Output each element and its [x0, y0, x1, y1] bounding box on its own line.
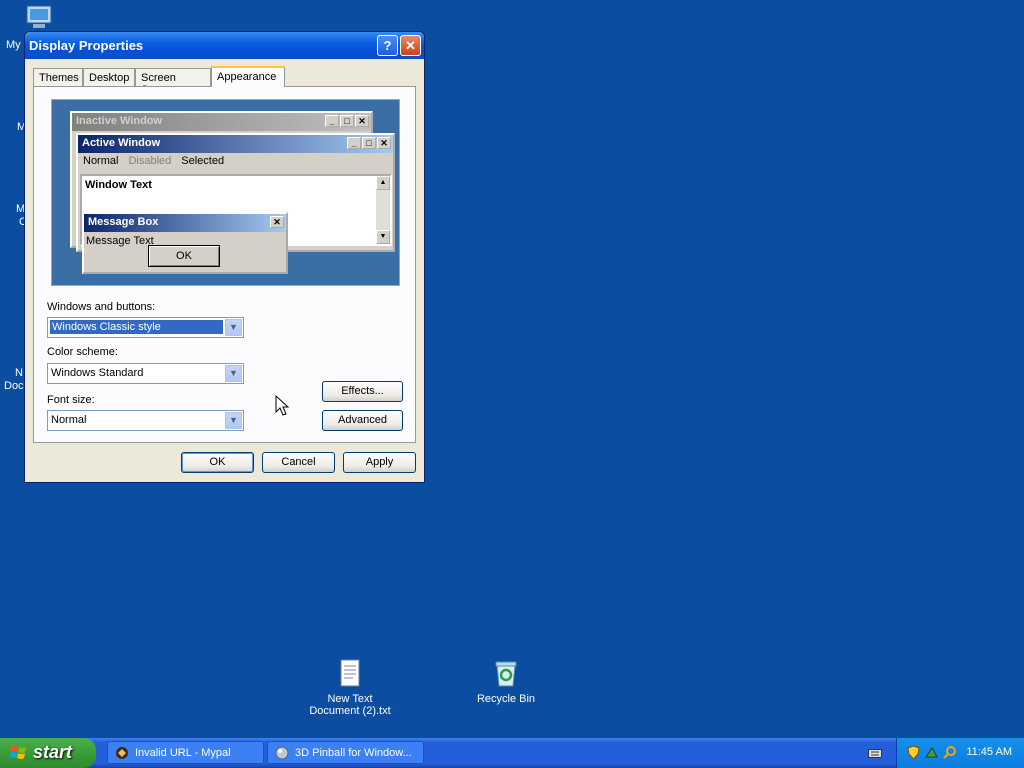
minimize-icon: _	[347, 137, 361, 149]
desktop-icon-label: Recycle Bin	[476, 693, 536, 705]
desktop-label-clipped: Doc	[4, 380, 24, 392]
font-size-dropdown[interactable]: Normal ▼	[47, 410, 244, 431]
network-icon[interactable]	[924, 745, 939, 760]
preview-menu-normal: Normal	[83, 155, 119, 167]
scroll-up-icon: ▲	[376, 176, 390, 190]
font-size-label: Font size:	[47, 394, 95, 406]
appearance-panel: Inactive Window _ □ ✕ Active Window _ □ ✕ No…	[33, 86, 416, 443]
security-shield-icon[interactable]	[906, 745, 921, 760]
cancel-button[interactable]: Cancel	[262, 452, 335, 473]
preview-window-text: Window Text	[85, 179, 152, 191]
close-icon: ✕	[270, 216, 284, 228]
preview-menu-selected: Selected	[181, 155, 225, 167]
tab-themes[interactable]: Themes	[33, 68, 83, 86]
display-properties-dialog: Display Properties ? ✕ Themes Desktop Sc…	[24, 31, 425, 483]
color-scheme-label: Color scheme:	[47, 346, 118, 358]
start-label: start	[33, 742, 73, 762]
dialog-title: Display Properties	[29, 38, 144, 53]
help-button[interactable]: ?	[377, 35, 398, 56]
chevron-down-icon[interactable]: ▼	[225, 412, 242, 429]
preview-menubar: Normal Disabled Selected	[78, 153, 393, 169]
preview-menu-disabled: Disabled	[128, 155, 172, 167]
apply-button[interactable]: Apply	[343, 452, 416, 473]
desktop-label-clipped: N	[15, 367, 23, 379]
preview-inactive-title: Inactive Window	[76, 115, 163, 127]
close-button[interactable]: ✕	[400, 35, 421, 56]
dialog-titlebar[interactable]: Display Properties ? ✕	[25, 32, 424, 59]
start-button[interactable]: start	[0, 738, 96, 768]
system-tray: 11:45 AM	[896, 738, 1024, 768]
chevron-down-icon[interactable]: ▼	[225, 365, 242, 382]
preview-ok-button: OK	[148, 245, 220, 267]
desktop-label-clipped: My	[6, 39, 21, 51]
windows-buttons-label: Windows and buttons:	[47, 301, 156, 313]
close-icon: ✕	[355, 115, 369, 127]
search-icon[interactable]	[942, 745, 957, 760]
mypal-browser-icon	[116, 747, 128, 759]
recycle-bin-icon	[490, 657, 522, 689]
font-size-value: Normal	[51, 414, 87, 426]
mouse-cursor-icon	[275, 395, 289, 416]
my-computer-icon	[23, 2, 55, 34]
maximize-icon: □	[362, 137, 376, 149]
pinball-icon	[275, 746, 289, 760]
tab-appearance[interactable]: Appearance	[211, 66, 285, 87]
preview-message-box: Message Box ✕ Message Text OK	[82, 212, 288, 274]
taskbar: start Invalid URL - Mypal 3D Pinball for…	[0, 738, 1024, 768]
text-file-icon	[334, 657, 366, 689]
taskbar-item-label: 3D Pinball for Window...	[295, 747, 412, 759]
color-scheme-dropdown[interactable]: Windows Standard ▼	[47, 363, 244, 384]
desktop-icon-label: Document (2).txt	[309, 705, 391, 717]
keyboard-icon[interactable]	[868, 747, 882, 759]
chevron-down-icon[interactable]: ▼	[225, 319, 242, 336]
minimize-icon: _	[325, 115, 339, 127]
scroll-down-icon: ▼	[376, 230, 390, 244]
ok-button[interactable]: OK	[181, 452, 254, 473]
advanced-button[interactable]: Advanced	[322, 410, 403, 431]
windows-buttons-dropdown[interactable]: Windows Classic style ▼	[47, 317, 244, 338]
color-scheme-value: Windows Standard	[51, 367, 144, 379]
desktop-icon-my-computer[interactable]	[0, 2, 84, 34]
preview-message-title: Message Box	[88, 216, 159, 228]
preview-scrollbar: ▲ ▼	[376, 176, 390, 244]
desktop-icon-recycle-bin[interactable]: Recycle Bin	[461, 657, 551, 705]
taskbar-item-label: Invalid URL - Mypal	[135, 747, 231, 759]
effects-button[interactable]: Effects...	[322, 381, 403, 402]
tab-screen-saver[interactable]: Screen Saver	[135, 68, 211, 96]
tab-desktop[interactable]: Desktop	[83, 68, 135, 86]
desktop-icon-new-text-document[interactable]: New Text Document (2).txt	[305, 657, 395, 717]
taskbar-item-pinball[interactable]: 3D Pinball for Window...	[267, 741, 424, 764]
preview-inactive-caption: Inactive Window _ □ ✕	[72, 113, 371, 131]
maximize-icon: □	[340, 115, 354, 127]
preview-active-title: Active Window	[82, 137, 161, 149]
preview-message-caption: Message Box ✕	[84, 214, 286, 232]
clock: 11:45 AM	[966, 746, 1012, 758]
appearance-preview: Inactive Window _ □ ✕ Active Window _ □ ✕ No…	[51, 99, 400, 286]
windows-buttons-value: Windows Classic style	[49, 319, 224, 335]
preview-active-caption: Active Window _ □ ✕	[78, 135, 393, 153]
close-icon: ✕	[377, 137, 391, 149]
taskbar-item-mypal[interactable]: Invalid URL - Mypal	[107, 741, 264, 764]
desktop-icon-label: New Text	[327, 693, 373, 705]
windows-flag-icon	[10, 746, 26, 759]
